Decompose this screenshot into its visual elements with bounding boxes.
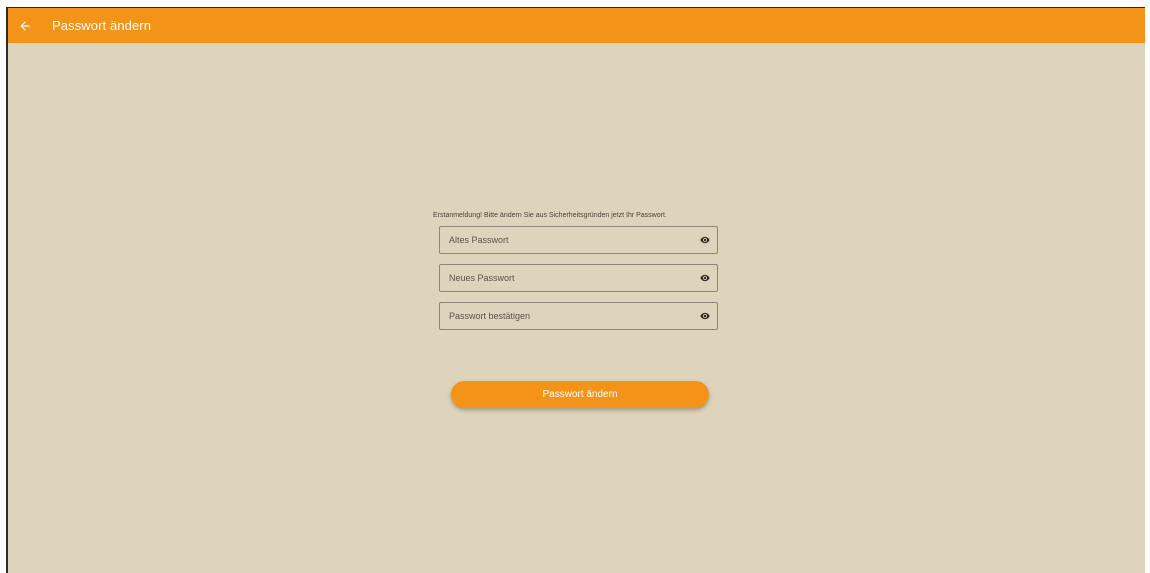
confirm-password-input[interactable]: [440, 303, 717, 329]
confirm-password-field[interactable]: [439, 302, 718, 330]
change-password-form: Erstanmeldung! Bitte ändern Sie aus Sich…: [433, 211, 723, 408]
eye-icon[interactable]: [699, 311, 711, 321]
eye-icon[interactable]: [699, 235, 711, 245]
app-bar: Passwort ändern: [8, 8, 1145, 43]
info-text: Erstanmeldung! Bitte ändern Sie aus Sich…: [433, 212, 667, 219]
arrow-left-icon: [20, 20, 30, 31]
new-password-field[interactable]: [439, 264, 718, 292]
eye-icon[interactable]: [699, 273, 711, 283]
new-password-input[interactable]: [440, 265, 717, 291]
old-password-field[interactable]: [439, 226, 718, 254]
back-button[interactable]: [8, 8, 42, 43]
change-password-button[interactable]: Passwort ändern: [451, 381, 709, 408]
app-window: Passwort ändern Erstanmeldung! Bitte änd…: [6, 7, 1145, 573]
old-password-input[interactable]: [440, 227, 717, 253]
page-title: Passwort ändern: [52, 18, 152, 33]
